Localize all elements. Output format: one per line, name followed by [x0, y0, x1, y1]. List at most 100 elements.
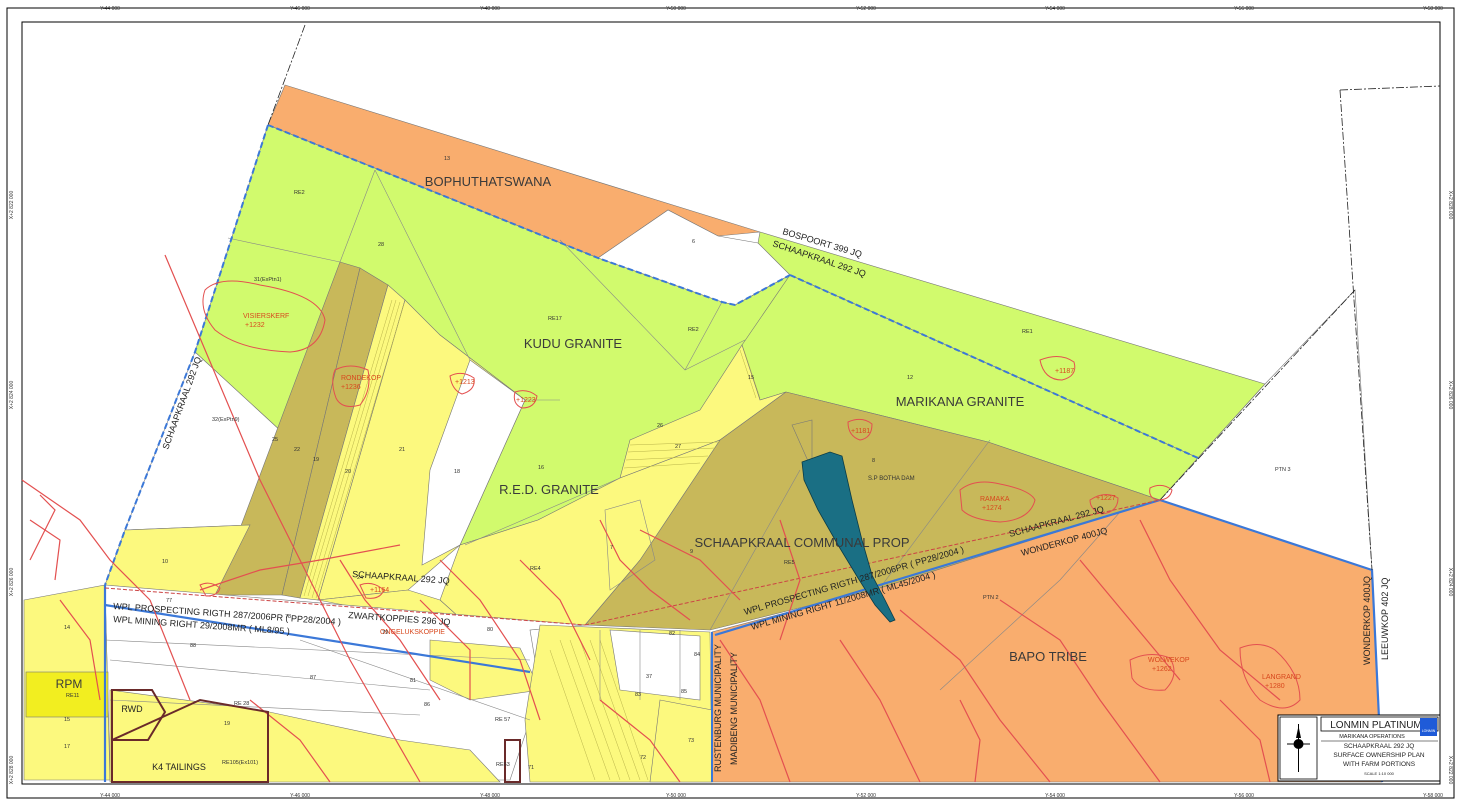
portion-label: 27 — [675, 444, 681, 450]
label-height-1223: +1223 — [516, 397, 536, 404]
portion-label: 37 — [646, 674, 652, 680]
portion-label: RE 28 — [234, 701, 249, 707]
portion-label: 21 — [399, 447, 405, 453]
portion-label: 87 — [310, 675, 316, 681]
grid-label-top: Y-54 000 — [1045, 6, 1065, 12]
portion-label: 12 — [907, 375, 913, 381]
portion-label: 78 — [285, 614, 291, 620]
portion-label: 79 — [382, 630, 388, 636]
portion-label: 85 — [681, 689, 687, 695]
portion-label: RE5 — [784, 560, 795, 566]
portion-label: 10 — [162, 559, 168, 565]
portion-label: 88 — [190, 643, 196, 649]
portion-label: 77 — [166, 598, 172, 604]
grid-label-bottom: Y-46 000 — [290, 793, 310, 799]
label-langrand-height: +1280 — [1265, 683, 1285, 690]
label-height-1181: +1181 — [851, 428, 870, 435]
portion-label: 84 — [694, 652, 700, 658]
portion-label: 7 — [610, 545, 613, 551]
portion-label: RE105(Ex101) — [222, 760, 258, 766]
portion-label: 9 — [690, 549, 693, 555]
grid-label-right: X+2 828 000 — [1447, 191, 1453, 220]
grid-label-left: X+2 828 000 — [9, 756, 15, 785]
portion-label: 83 — [635, 692, 641, 698]
portion-label: 26 — [657, 423, 663, 429]
portion-label: RE17 — [548, 316, 562, 322]
title-block: LONMIN PLATINUM LONMIN MARIKANA OPERATIO… — [1277, 714, 1441, 782]
grid-label-bottom: Y-44 000 — [100, 793, 120, 799]
lonmin-logo-icon — [1420, 718, 1437, 736]
grid-label-bottom: Y-54 000 — [1045, 793, 1065, 799]
label-marikana-granite: MARIKANA GRANITE — [896, 394, 1025, 409]
parcel-portion-73 — [649, 699, 713, 783]
label-schaapkraal-communal: SCHAAPKRAAL COMMUNAL PROP — [694, 535, 909, 550]
label-height-1227: +1227 — [1096, 495, 1116, 502]
label-k4-tailings: K4 TAILINGS — [152, 762, 206, 772]
grid-label-bottom: Y-52 000 — [856, 793, 876, 799]
portion-label: 86 — [424, 702, 430, 708]
portion-label: 80 — [487, 627, 493, 633]
label-rpm: RPM — [56, 677, 83, 691]
grid-label-right: X+2 826 000 — [1447, 381, 1453, 410]
label-red-granite: R.E.D. GRANITE — [499, 482, 599, 497]
grid-label-bottom: Y-50 000 — [666, 793, 686, 799]
portion-label: 19 — [313, 457, 319, 463]
grid-label-left: X+2 822 000 — [9, 191, 15, 220]
portion-label: 13 — [444, 156, 450, 162]
portion-label: 6 — [692, 239, 695, 245]
label-kudu-granite: KUDU GRANITE — [524, 336, 623, 351]
label-visierskerf-height: +1232 — [245, 322, 265, 329]
portion-label: 81 — [410, 678, 416, 684]
grid-label-top: Y-48 000 — [480, 6, 500, 12]
label-wonderkop-vertical: WONDERKOP 400JQ — [1362, 576, 1372, 665]
grid-label-bottom: Y-48 000 — [480, 793, 500, 799]
portion-label: 73 — [688, 738, 694, 744]
grid-label-top: Y-58 000 — [1423, 6, 1443, 12]
title-detail: WITH FARM PORTIONS — [1343, 761, 1416, 768]
label-rustenburg-municipality: RUSTENBURG MUNICIPALITY — [713, 644, 723, 772]
portion-label: RE63 — [496, 762, 510, 768]
grid-label-left: X+2 824 000 — [9, 381, 15, 410]
lonmin-logo-text: LONMIN — [1422, 729, 1436, 733]
surface-ownership-map: Y-44 000 Y-46 000 Y-48 000 Y-50 000 Y-52… — [0, 0, 1462, 805]
grid-label-left: X+2 826 000 — [9, 568, 15, 597]
grid-label-top: Y-50 000 — [666, 6, 686, 12]
portion-label: RE 57 — [495, 717, 510, 723]
map-canvas[interactable]: Y-44 000 Y-46 000 Y-48 000 Y-50 000 Y-52… — [0, 0, 1462, 805]
portion-label: 14 — [64, 625, 70, 631]
portion-label: PTN 2 — [983, 595, 999, 601]
grid-label-right: X+2 822 000 — [1447, 756, 1453, 785]
label-height-1164: +1164 — [370, 587, 389, 594]
portion-label: PTN 3 — [1275, 467, 1291, 473]
portion-label: 15 — [64, 717, 70, 723]
label-madibeng-municipality: MADIBENG MUNICIPALITY — [729, 652, 739, 765]
label-height-1213: +1213 — [455, 379, 475, 386]
grid-label-top: Y-44 000 — [100, 6, 120, 12]
grid-label-bottom: Y-56 000 — [1234, 793, 1254, 799]
grid-label-top: Y-52 000 — [856, 6, 876, 12]
portion-label: 71 — [528, 765, 534, 771]
portion-label: 16 — [538, 465, 544, 471]
portion-label: 8 — [872, 458, 875, 464]
label-ramaka-height: +1274 — [982, 505, 1002, 512]
portion-label: 19 — [224, 721, 230, 727]
label-bapo-tribe: BAPO TRIBE — [1009, 649, 1087, 664]
portion-label: 18 — [454, 469, 460, 475]
portion-label: 24 — [357, 575, 363, 581]
portion-label: 15 — [748, 375, 754, 381]
grid-label-top: Y-46 000 — [290, 6, 310, 12]
title-company: LONMIN PLATINUM — [1330, 720, 1422, 731]
portion-label: 28 — [378, 242, 384, 248]
grid-label-top: Y-56 000 — [1234, 6, 1254, 12]
portion-label: 17 — [64, 744, 70, 750]
title-scale: SCALE 1:10 000 — [1364, 771, 1395, 776]
grid-label-bottom: Y-58 000 — [1423, 793, 1443, 799]
portion-label: RE11 — [66, 693, 79, 699]
portion-label: 22 — [294, 447, 300, 453]
portion-label: 31(ExPtn1) — [254, 277, 282, 283]
label-height-1187: +1187 — [1055, 368, 1074, 375]
portion-label: 20 — [345, 469, 351, 475]
label-leeuwkop: LEEUWKOP 402 JQ — [1380, 578, 1390, 660]
label-ongelukskoppie: ONGELUKSKOPPIE — [380, 629, 445, 636]
label-langrand: LANGRAND — [1262, 674, 1301, 681]
